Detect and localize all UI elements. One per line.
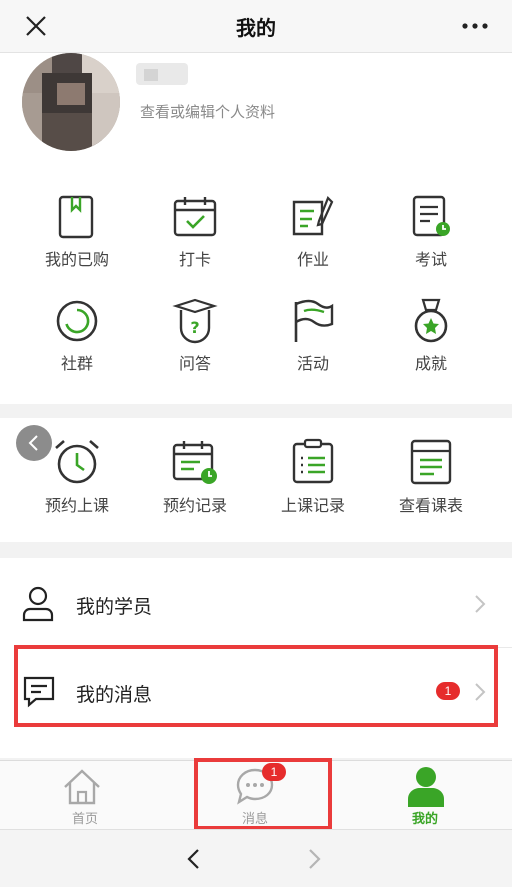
homework-icon [292, 196, 334, 236]
grid-item-label: 问答 [178, 354, 211, 373]
book-icon [58, 195, 94, 239]
person-filled-icon [408, 767, 444, 807]
forward-arrow-icon[interactable] [308, 848, 322, 870]
username-redacted [136, 63, 188, 85]
back-arrow-icon[interactable] [186, 848, 200, 870]
community-icon [56, 300, 98, 342]
tab-label: 首页 [71, 812, 98, 827]
grid-item-booking-history[interactable]: 预约记录 [136, 438, 254, 516]
grid-item-label: 打卡 [178, 250, 211, 269]
grid-item-homework[interactable]: 作业 [254, 194, 372, 270]
grid-item-label: 作业 [296, 250, 329, 269]
tab-label: 我的 [411, 812, 438, 827]
grid-item-activity[interactable]: 活动 [254, 298, 372, 374]
person-icon [22, 586, 54, 622]
grid-item-label: 社群 [60, 354, 93, 373]
medal-icon [414, 298, 448, 343]
alarm-clock-icon [55, 440, 99, 484]
grid-item-achievement[interactable]: 成就 [372, 298, 490, 374]
avatar[interactable] [22, 53, 120, 151]
grid-item-label: 预约上课 [44, 496, 109, 515]
chevron-left-icon [28, 435, 38, 451]
grid-item-label: 成就 [414, 354, 447, 373]
schedule-icon [410, 439, 452, 485]
grid-item-label: 我的已购 [44, 250, 109, 269]
grid-item-label: 查看课表 [398, 496, 463, 515]
tab-home[interactable]: 首页 [0, 761, 170, 829]
page-title: 我的 [236, 16, 276, 40]
grid-item-exam[interactable]: 考试 [372, 194, 490, 270]
grid-item-community[interactable]: 社群 [18, 298, 136, 374]
highlight-box [194, 758, 332, 830]
list-item-my-students[interactable]: 我的学员 [0, 560, 512, 648]
list-item-label: 我的学员 [76, 596, 153, 618]
calendar-check-icon [173, 197, 217, 237]
edit-profile-link[interactable]: 查看或编辑个人资料 [140, 101, 275, 122]
more-icon[interactable] [460, 14, 490, 38]
clipboard-list-icon [292, 438, 334, 484]
calendar-clock-icon [172, 441, 217, 484]
grid-item-label: 预约记录 [162, 496, 227, 515]
grid-item-checkin[interactable]: 打卡 [136, 194, 254, 270]
feature-grid: 我的已购 打卡 作业 考试 社群 ? 问答 活动 成就 [0, 168, 512, 404]
qa-icon: ? [172, 298, 218, 344]
grid-item-label: 活动 [296, 354, 329, 373]
scroll-back-button[interactable] [16, 425, 52, 461]
course-grid: 预约上课 预约记录 上课记录 查看课表 [0, 418, 512, 542]
profile-section[interactable]: 查看或编辑个人资料 [0, 53, 512, 168]
grid-item-label: 考试 [414, 250, 447, 269]
grid-item-label: 上课记录 [280, 496, 345, 515]
exam-icon [412, 195, 450, 237]
tab-mine[interactable]: 我的 [340, 761, 510, 829]
svg-text:?: ? [190, 318, 199, 337]
home-icon [64, 769, 100, 805]
flag-icon [294, 299, 334, 342]
grid-item-purchased[interactable]: 我的已购 [18, 194, 136, 270]
top-bar: 我的 [0, 0, 512, 53]
grid-item-class-history[interactable]: 上课记录 [254, 438, 372, 516]
grid-item-timetable[interactable]: 查看课表 [372, 438, 490, 516]
grid-item-qa[interactable]: ? 问答 [136, 298, 254, 374]
browser-nav-bar [0, 829, 512, 887]
chevron-right-icon [475, 595, 486, 613]
highlight-box [14, 645, 498, 727]
